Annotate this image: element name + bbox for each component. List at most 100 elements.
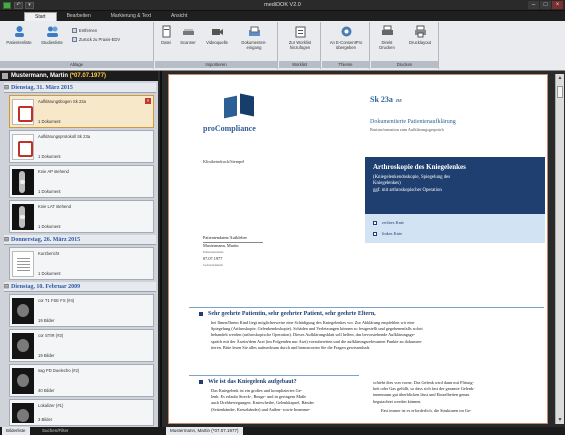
close-icon[interactable]: × <box>145 98 151 104</box>
xray-thumbnail <box>12 169 34 195</box>
tab-open-document[interactable]: Mustermann, Martin (*07.07.1977) <box>166 427 243 435</box>
video-camera-icon <box>211 29 223 35</box>
print-layout-icon <box>414 25 426 38</box>
list-item[interactable]: Lokalizer (#1) 3 Bilder <box>9 399 154 426</box>
list-item[interactable]: Aufklärungsprotokoll Sk 23a 1 Dokument <box>9 130 154 163</box>
checkbox-icon[interactable] <box>373 220 377 225</box>
group-label-thieme: Thieme <box>322 61 369 68</box>
patient-icon <box>2 73 8 79</box>
e-consentpro-button[interactable]: An E-ConsentPro übergeben <box>324 24 368 50</box>
column-1-text: Das Kniegelenk ist ein großes und kompli… <box>211 388 314 412</box>
divider <box>189 375 359 376</box>
group-label-importieren: Importieren <box>155 61 277 68</box>
title-bar: ↶ ▾ mediDOK V2.0 – □ × <box>0 0 565 11</box>
direkt-drucken-button[interactable]: Direkt Drucken <box>373 24 401 50</box>
patient-list-icon <box>14 26 24 37</box>
file-icon <box>162 25 170 38</box>
remove-icon <box>72 28 77 34</box>
tab-ansicht[interactable]: Ansicht <box>161 12 197 21</box>
entfernen-button[interactable]: Entfernen <box>72 27 97 34</box>
printer-icon <box>381 25 393 35</box>
tab-start[interactable]: Start <box>24 12 57 21</box>
study-list-icon <box>46 26 58 37</box>
document-page: proCompliance Klinikeindruck/Stempel Pat… <box>168 74 548 424</box>
date-group-header[interactable]: ⊟ Donnerstag, 26. März 2015 <box>4 235 156 245</box>
intro-paragraph: bei Ihnen/Ihrem Kind liegt möglicherweis… <box>211 320 423 350</box>
list-item[interactable]: Aufklärungsbogen Sk 23a 1 Dokument × <box>9 95 154 128</box>
zur-worklist-button[interactable]: Zur Worklist hinzufügen <box>281 24 319 50</box>
vertical-scrollbar[interactable]: ▲ ▼ <box>555 74 564 424</box>
divider <box>189 307 544 308</box>
studienliste-button[interactable]: Studienliste <box>37 24 67 45</box>
list-item[interactable]: Kurzbericht 1 Dokument <box>9 247 154 280</box>
scroll-up-icon[interactable]: ▲ <box>556 74 564 82</box>
greeting-heading: Sehr geehrte Patientin, sehr geehrter Pa… <box>199 311 376 317</box>
scanner-icon <box>182 29 194 35</box>
group-thieme: An E-ConsentPro übergeben Thieme <box>322 22 370 69</box>
datei-button[interactable]: Datei <box>157 24 175 45</box>
column-2-text: schiebt dies von vorne. Das Gelenk wird … <box>373 380 475 413</box>
list-item[interactable]: Knie LAT stehend 1 Dokument <box>9 200 154 233</box>
mri-thumbnail <box>12 333 34 359</box>
mri-thumbnail <box>12 368 34 394</box>
patientenliste-button[interactable]: Patientenliste <box>3 24 35 45</box>
procompliance-logo <box>224 93 254 119</box>
checkbox-linkes-knie[interactable]: linkes Knie <box>373 228 537 239</box>
group-drucken: Direkt Drucken Drucklayout Drucken <box>371 22 439 69</box>
zurueck-praxis-edv-button[interactable]: Zurück zu Praxis-EDV <box>72 36 120 43</box>
group-label-drucken: Drucken <box>371 61 438 68</box>
ribbon-tab-bar: Start Bearbeiten Markierung & Text Ansic… <box>0 11 565 21</box>
brand-name: proCompliance <box>203 124 256 133</box>
group-label-ablage: Ablage <box>0 61 153 68</box>
document-viewer: proCompliance Klinikeindruck/Stempel Pat… <box>162 71 565 427</box>
pdf-icon <box>12 99 34 125</box>
ribbon: Patientenliste Studienliste Entfernen Zu… <box>0 21 565 71</box>
side-selection-box: rechtes Knie linkes Knie <box>365 214 545 243</box>
document-sidebar: Mustermann, Martin (*07.07.1977) ⊟ Dienst… <box>0 71 160 427</box>
tab-bearbeiten[interactable]: Bearbeiten <box>57 12 101 21</box>
date-group-header[interactable]: ⊟ Dienstag, 31. März 2015 <box>4 83 156 93</box>
scanner-button[interactable]: Scanner <box>176 24 200 45</box>
scroll-down-icon[interactable]: ▼ <box>556 416 564 424</box>
group-ablage: Patientenliste Studienliste Entfernen Zu… <box>0 22 154 69</box>
mri-thumbnail <box>12 298 34 324</box>
pdf-icon <box>12 134 34 160</box>
document-thumbnail <box>12 251 34 277</box>
tab-suchen-filter[interactable]: Suchen/Filter <box>38 427 73 435</box>
group-importieren: Datei Scanner Videoquelle Dokumenten-ein… <box>155 22 278 69</box>
window-controls: – □ × <box>528 1 563 10</box>
app-window: ↶ ▾ mediDOK V2.0 – □ × Start Bearbeiten … <box>0 0 565 435</box>
minimize-icon[interactable]: – <box>528 1 539 9</box>
maximize-icon[interactable]: □ <box>540 1 551 9</box>
patient-data-block: Patientendaten/Aufkleber Mustermann, Mar… <box>203 235 263 269</box>
date-group-header[interactable]: ⊟ Dienstag, 10. Februar 2009 <box>4 282 156 292</box>
list-item[interactable]: sag PD Duelecho (#2) 40 Bilder <box>9 364 154 397</box>
collapse-icon[interactable]: ⊟ <box>4 284 9 290</box>
section-heading: Wie ist das Kniegelenk aufgebaut? <box>199 379 297 385</box>
document-inbox-icon <box>248 26 260 36</box>
tab-markierung-text[interactable]: Markierung & Text <box>101 12 161 21</box>
xray-thumbnail <box>12 204 34 230</box>
clinic-stamp-label: Klinikeindruck/Stempel <box>203 159 245 164</box>
dokumenteneingang-button[interactable]: Dokumenten-eingang <box>235 24 273 50</box>
checkbox-rechtes-knie[interactable]: rechtes Knie <box>373 217 537 228</box>
list-item[interactable]: Knie AP stehend 1 Dokument <box>9 165 154 198</box>
patient-header[interactable]: Mustermann, Martin (*07.07.1977) <box>0 71 158 81</box>
tab-bilderliste[interactable]: Bilderliste <box>2 427 30 435</box>
group-label-worklist: Worklist <box>279 61 320 68</box>
list-item[interactable]: cor T1 FSE FS (#4) 19 Bilder <box>9 294 154 327</box>
checkbox-icon[interactable] <box>373 231 377 236</box>
close-window-icon[interactable]: × <box>552 1 563 9</box>
e-consent-icon <box>341 26 351 37</box>
document-number: Sk 23a DE <box>370 95 403 104</box>
bottom-tab-bar: Bilderliste Suchen/Filter Mustermann, Ma… <box>0 427 565 435</box>
group-worklist: Zur Worklist hinzufügen Worklist <box>279 22 321 69</box>
list-item[interactable]: cor STIR (#3) 19 Bilder <box>9 329 154 362</box>
scroll-thumb[interactable] <box>557 86 563 98</box>
window-title: mediDOK V2.0 <box>264 2 301 8</box>
drucklayout-button[interactable]: Drucklayout <box>403 24 437 45</box>
collapse-icon[interactable]: ⊟ <box>4 237 9 243</box>
collapse-icon[interactable]: ⊟ <box>4 85 9 91</box>
videoquelle-button[interactable]: Videoquelle <box>202 24 232 45</box>
document-title: Dokumentierte Patientenaufklärung Basisin… <box>370 119 456 132</box>
